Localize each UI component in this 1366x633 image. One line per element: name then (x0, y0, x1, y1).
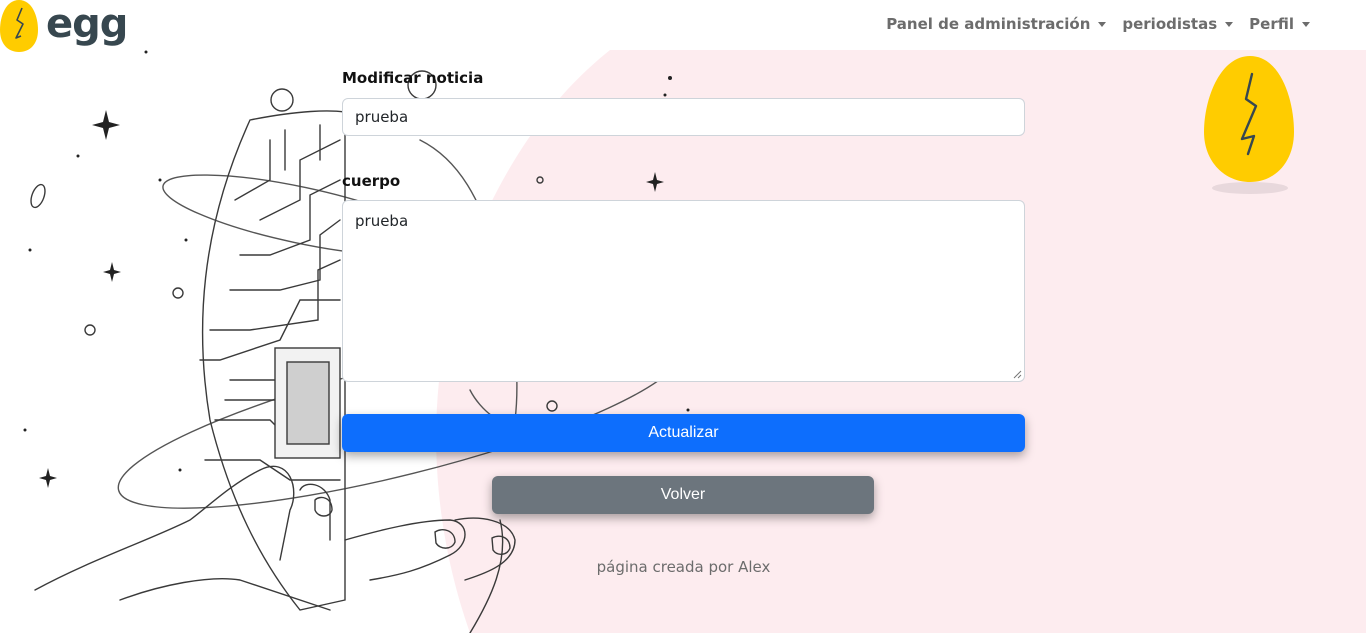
footer-credit: página creada por Alex (596, 558, 771, 576)
nav-profile-dropdown[interactable]: Perfil (1249, 15, 1310, 33)
caret-down-icon (1098, 21, 1107, 27)
body-label: cuerpo (342, 172, 401, 190)
update-button[interactable]: Actualizar (342, 414, 1025, 452)
nav-journalists-label: periodistas (1122, 15, 1218, 33)
back-button[interactable]: Volver (492, 476, 874, 514)
egg-illustration (1204, 56, 1294, 194)
title-label: Modificar noticia (342, 69, 484, 87)
title-input[interactable]: prueba (342, 98, 1025, 136)
nav-admin-panel-dropdown[interactable]: Panel de administración (886, 15, 1107, 33)
nav-admin-panel-label: Panel de administración (886, 15, 1091, 33)
body-textarea[interactable]: prueba (342, 200, 1025, 382)
egg-logo-icon (0, 0, 38, 52)
navbar: egg Panel de administración periodistas … (0, 0, 1366, 52)
caret-down-icon (1225, 21, 1234, 27)
nav-journalists-dropdown[interactable]: periodistas (1122, 15, 1234, 33)
nav-profile-label: Perfil (1249, 15, 1294, 33)
resize-handle-icon[interactable] (1012, 369, 1022, 379)
body-text: prueba (355, 212, 409, 230)
nav-menu: Panel de administración periodistas Perf… (886, 15, 1310, 33)
caret-down-icon (1302, 21, 1310, 27)
brand-name: egg (46, 1, 128, 47)
